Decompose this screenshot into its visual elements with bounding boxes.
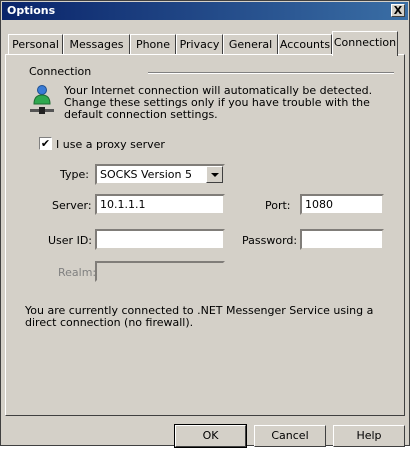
connection-status-text: You are currently connected to .NET Mess… [25,304,374,329]
password-label: Password: [242,234,298,247]
tab-general[interactable]: General [223,34,278,54]
realm-label: Realm: [58,266,97,279]
tab-privacy[interactable]: Privacy [176,34,223,54]
proxy-checkbox-label[interactable]: I use a proxy server [56,138,165,151]
network-connection-icon [30,85,54,114]
realm-input [95,261,225,282]
auto-detect-info-text: Your Internet connection will automatica… [64,84,373,121]
tab-messages[interactable]: Messages [63,34,130,54]
title-bar: Options X [2,2,408,20]
cancel-button[interactable]: Cancel [254,425,326,447]
password-input[interactable] [300,229,384,250]
tab-phone[interactable]: Phone [130,34,176,54]
tab-personal[interactable]: Personal [8,34,63,54]
proxy-type-select[interactable]: SOCKS Version 5 [95,164,225,185]
group-divider [148,72,394,74]
help-button[interactable]: Help [333,425,405,447]
user-id-label: User ID: [48,234,92,247]
dialog-title: Options [7,4,56,17]
user-id-input[interactable] [95,229,225,250]
server-input[interactable] [95,194,225,215]
port-input[interactable] [300,194,384,215]
type-label: Type: [60,168,89,181]
proxy-type-value: SOCKS Version 5 [100,168,192,181]
close-button[interactable]: X [391,4,405,17]
proxy-checkbox[interactable]: ✔ [39,137,52,150]
connection-group-label: Connection [29,65,92,78]
ok-button[interactable]: OK [174,424,247,448]
port-label: Port: [265,199,291,212]
server-label: Server: [52,199,92,212]
tab-connection[interactable]: Connection [332,31,398,56]
chevron-down-icon [211,173,219,177]
dropdown-arrow-button[interactable] [206,166,223,183]
tab-accounts[interactable]: Accounts [278,34,332,54]
